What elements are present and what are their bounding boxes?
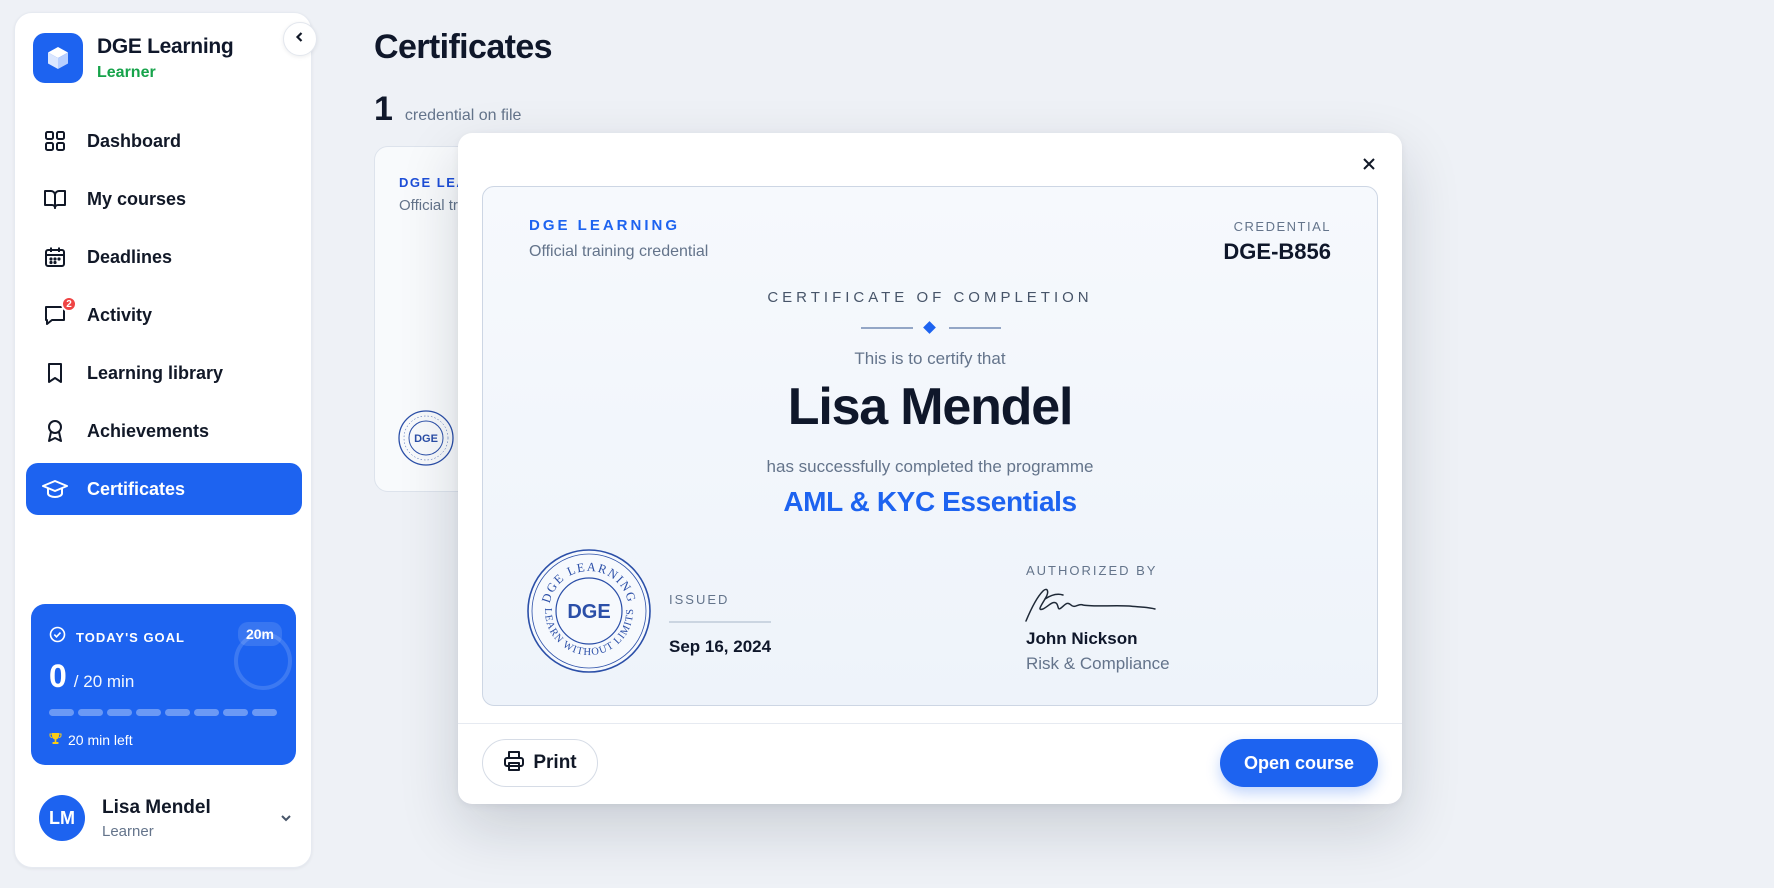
chevron-down-icon[interactable] xyxy=(279,811,293,830)
credential-count-label: credential on file xyxy=(404,107,522,124)
brand-role: Learner xyxy=(97,63,156,81)
progress-segment xyxy=(252,709,277,716)
certificate-org: DGE LEARNING xyxy=(529,217,681,234)
progress-segment xyxy=(136,709,161,716)
goal-value: 0 xyxy=(49,658,67,694)
print-button[interactable]: Print xyxy=(482,739,598,787)
progress-segment xyxy=(49,709,74,716)
authorized-label: AUTHORIZED BY xyxy=(1026,563,1158,578)
notification-badge: 2 xyxy=(61,296,77,312)
sidebar-item-my-courses[interactable]: My courses xyxy=(26,173,302,225)
issued-divider xyxy=(669,621,771,623)
sidebar-nav: Dashboard My courses Deadlines 2 Activit… xyxy=(26,115,302,521)
sidebar-item-certificates[interactable]: Certificates xyxy=(26,463,302,515)
grid-icon xyxy=(42,128,68,154)
sidebar-item-label: My courses xyxy=(87,188,187,209)
collapse-sidebar-button[interactable] xyxy=(283,22,317,56)
credential-id: DGE-B856 xyxy=(1223,239,1331,264)
seal-icon: DGE xyxy=(397,409,455,472)
progress-segment xyxy=(78,709,103,716)
sidebar-item-dashboard[interactable]: Dashboard xyxy=(26,115,302,167)
brand: DGE Learning Learner xyxy=(33,33,234,83)
credential-label: CREDENTIAL xyxy=(1233,219,1331,234)
certificate-modal: DGE LEARNING Official training credentia… xyxy=(458,133,1402,804)
user-menu[interactable]: LM Lisa Mendel Learner xyxy=(39,795,301,841)
seal-icon: DGE LEARNING LEARN WITHOUT LIMITS DGE xyxy=(525,547,653,680)
sidebar-item-label: Learning library xyxy=(87,362,224,383)
certificate-org-subtitle: Official training credential xyxy=(529,243,709,260)
certificate-statement: has successfully completed the programme xyxy=(766,457,1094,476)
award-icon xyxy=(42,418,68,444)
cube-logo-icon xyxy=(33,33,83,83)
sidebar-item-achievements[interactable]: Achievements xyxy=(26,405,302,457)
progress-segment xyxy=(165,709,190,716)
user-role: Learner xyxy=(102,822,154,840)
sidebar-item-label: Dashboard xyxy=(87,130,182,151)
credential-count: 1 credential on file xyxy=(374,90,521,129)
page-title: Certificates xyxy=(374,28,553,66)
card-seal-text: DGE xyxy=(414,433,438,445)
authorized-title: Risk & Compliance xyxy=(1026,654,1170,673)
goal-target-badge: 20m xyxy=(237,622,282,646)
sidebar-item-learning-library[interactable]: Learning library xyxy=(26,347,302,399)
todays-goal-card: TODAY'S GOAL 20m 0 / 20 min 20 min left xyxy=(31,604,296,765)
sidebar-item-activity[interactable]: 2 Activity xyxy=(26,289,302,341)
progress-segment xyxy=(107,709,132,716)
sidebar-item-label: Activity xyxy=(87,304,153,325)
sidebar-item-label: Deadlines xyxy=(87,246,173,267)
trophy-icon xyxy=(49,732,62,748)
seal-center-text: DGE xyxy=(567,601,610,623)
authorized-name: John Nickson xyxy=(1026,629,1138,648)
bookmark-icon xyxy=(42,360,68,386)
graduation-cap-icon xyxy=(42,476,68,502)
course-name: AML & KYC Essentials xyxy=(783,486,1077,517)
certificate-kind: CERTIFICATE OF COMPLETION xyxy=(767,289,1093,306)
certificate-preamble: This is to certify that xyxy=(854,349,1006,368)
card-subtitle: Official tr xyxy=(399,197,458,214)
sidebar-item-label: Certificates xyxy=(87,478,186,499)
progress-segment xyxy=(223,709,248,716)
issued-label: ISSUED xyxy=(669,592,730,607)
book-open-icon xyxy=(42,186,68,212)
chevron-left-icon xyxy=(294,30,306,48)
printer-icon xyxy=(503,750,525,777)
close-icon xyxy=(1361,156,1377,177)
modal-footer: Print Open course xyxy=(458,723,1402,804)
goal-progress-bar xyxy=(49,709,281,716)
open-course-button[interactable]: Open course xyxy=(1220,739,1378,787)
ornament-divider xyxy=(861,321,1001,334)
progress-segment xyxy=(194,709,219,716)
goal-unit: / 20 min xyxy=(73,672,135,691)
sidebar-item-deadlines[interactable]: Deadlines xyxy=(26,231,302,283)
recipient-name: Lisa Mendel xyxy=(787,378,1074,436)
goal-time-left: 20 min left xyxy=(68,732,133,748)
user-name: Lisa Mendel xyxy=(102,796,211,818)
avatar: LM xyxy=(39,795,85,841)
issued-date: Sep 16, 2024 xyxy=(669,637,772,656)
print-label: Print xyxy=(533,752,577,773)
diamond-icon xyxy=(923,321,936,334)
calendar-icon xyxy=(42,244,68,270)
brand-name: DGE Learning xyxy=(97,34,234,58)
check-circle-icon xyxy=(49,626,66,648)
signature-icon xyxy=(1023,579,1159,630)
sidebar: DGE Learning Learner Dashboard My course… xyxy=(14,12,312,868)
close-button[interactable] xyxy=(1354,151,1384,181)
goal-title: TODAY'S GOAL xyxy=(76,629,185,645)
certificate: DGE LEARNING Official training credentia… xyxy=(482,186,1378,706)
sidebar-item-label: Achievements xyxy=(87,420,210,441)
credential-count-number: 1 xyxy=(374,90,393,128)
